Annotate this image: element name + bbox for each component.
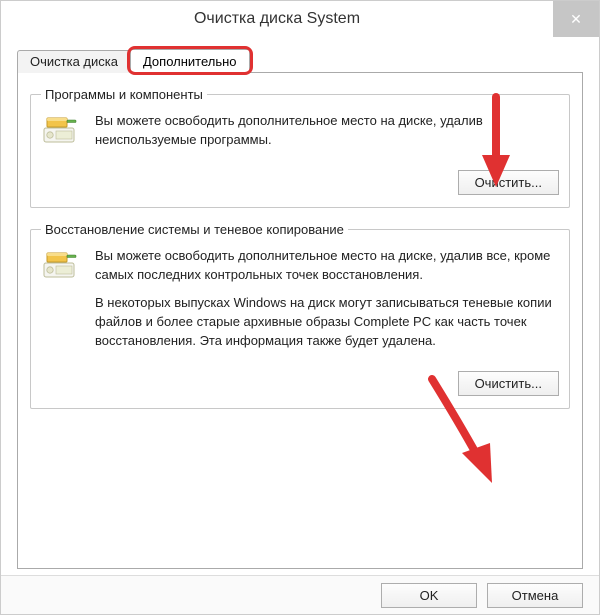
tab-label: Очистка диска — [30, 54, 118, 69]
group-description-2: В некоторых выпусках Windows на диск мог… — [95, 294, 559, 351]
close-icon: ✕ — [570, 11, 582, 28]
tab-disk-cleanup[interactable]: Очистка диска — [17, 50, 131, 73]
tab-strip: Очистка диска Дополнительно — [17, 47, 583, 73]
dialog-window: Очистка диска System ✕ Очистка диска Доп… — [0, 0, 600, 615]
group-description: Вы можете освободить дополнительное мест… — [95, 112, 559, 150]
group-actions: Очистить... — [41, 371, 559, 396]
content-area: Очистка диска Дополнительно Программы и … — [1, 37, 599, 575]
group-body: Вы можете освободить дополнительное мест… — [41, 112, 559, 160]
cleanup-programs-button[interactable]: Очистить... — [458, 170, 559, 195]
cleanup-icon — [41, 114, 81, 146]
tab-label: Дополнительно — [143, 54, 237, 69]
group-legend: Программы и компоненты — [41, 87, 207, 102]
group-body: Вы можете освободить дополнительное мест… — [41, 247, 559, 361]
cleanup-icon — [41, 249, 81, 281]
group-text: Вы можете освободить дополнительное мест… — [95, 112, 559, 160]
group-actions: Очистить... — [41, 170, 559, 195]
group-description-1: Вы можете освободить дополнительное мест… — [95, 247, 559, 285]
group-text: Вы можете освободить дополнительное мест… — [95, 247, 559, 361]
cancel-button[interactable]: Отмена — [487, 583, 583, 608]
ok-button[interactable]: OK — [381, 583, 477, 608]
group-legend: Восстановление системы и теневое копиров… — [41, 222, 348, 237]
tab-pane-more-options: Программы и компоненты Вы може — [17, 72, 583, 569]
group-programs-components: Программы и компоненты Вы може — [30, 87, 570, 208]
tab-more-options[interactable]: Дополнительно — [130, 49, 250, 73]
window-title: Очистка диска System — [1, 10, 553, 28]
titlebar: Очистка диска System ✕ — [1, 1, 599, 37]
close-button[interactable]: ✕ — [553, 1, 599, 37]
cleanup-restore-button[interactable]: Очистить... — [458, 371, 559, 396]
group-system-restore: Восстановление системы и теневое копиров… — [30, 222, 570, 409]
dialog-footer: OK Отмена — [1, 575, 599, 614]
